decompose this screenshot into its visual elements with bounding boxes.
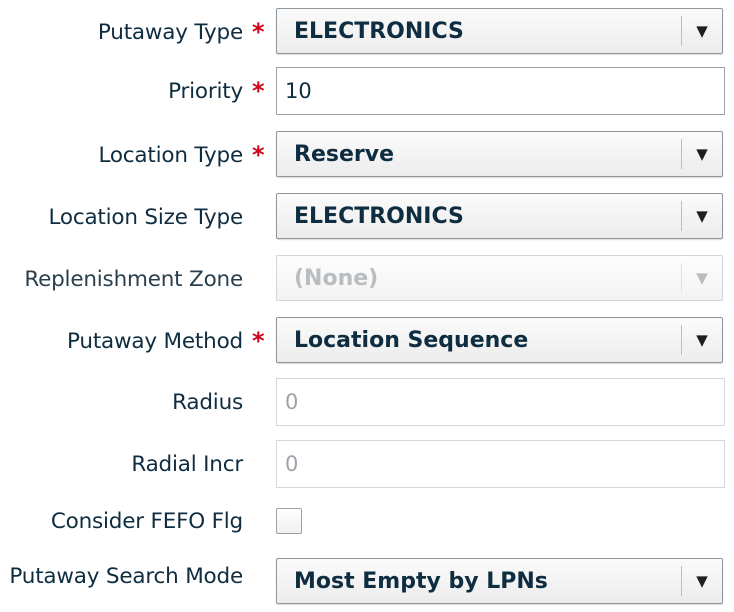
putaway-type-row: Putaway Type * ELECTRONICS ▼ xyxy=(0,8,734,56)
radial-incr-label: Radial Incr xyxy=(131,451,243,477)
putaway-method-row: Putaway Method * Location Sequence ▼ xyxy=(0,317,734,365)
chevron-down-icon[interactable]: ▼ xyxy=(681,325,722,355)
putaway-type-required-icon: * xyxy=(252,18,265,46)
chevron-down-icon[interactable]: ▼ xyxy=(681,201,722,231)
location-size-type-row: Location Size Type ELECTRONICS ▼ xyxy=(0,193,734,241)
putaway-search-mode-value: Most Empty by LPNs xyxy=(294,568,548,594)
location-type-label: Location Type xyxy=(98,142,243,168)
putaway-search-mode-select[interactable]: Most Empty by LPNs ▼ xyxy=(276,558,723,604)
priority-label: Priority xyxy=(168,78,243,104)
putaway-method-value: Location Sequence xyxy=(294,327,529,353)
chevron-down-icon[interactable]: ▼ xyxy=(681,139,722,169)
priority-row: Priority * 10 xyxy=(0,67,734,115)
location-size-type-value: ELECTRONICS xyxy=(294,203,464,229)
putaway-type-label: Putaway Type xyxy=(97,19,243,45)
location-type-select[interactable]: Reserve ▼ xyxy=(276,131,723,177)
chevron-down-icon[interactable]: ▼ xyxy=(681,566,722,596)
location-type-required-icon: * xyxy=(252,141,265,169)
radial-incr-row: Radial Incr 0 xyxy=(0,440,734,488)
radius-row: Radius 0 xyxy=(0,378,734,426)
putaway-search-mode-label: Putaway Search Mode xyxy=(9,563,243,589)
chevron-down-icon: ▼ xyxy=(681,263,722,293)
location-size-type-select[interactable]: ELECTRONICS ▼ xyxy=(276,193,723,239)
putaway-method-label: Putaway Method xyxy=(67,328,243,354)
priority-required-icon: * xyxy=(252,77,265,105)
putaway-type-value: ELECTRONICS xyxy=(294,18,464,44)
radius-input[interactable]: 0 xyxy=(276,378,725,426)
consider-fefo-label: Consider FEFO Flg xyxy=(50,508,243,534)
replenishment-zone-row: Replenishment Zone (None) ▼ xyxy=(0,255,734,303)
radial-incr-input[interactable]: 0 xyxy=(276,440,725,488)
consider-fefo-checkbox[interactable] xyxy=(276,508,302,534)
putaway-method-select[interactable]: Location Sequence ▼ xyxy=(276,317,723,363)
putaway-type-select[interactable]: ELECTRONICS ▼ xyxy=(276,8,723,54)
priority-input[interactable]: 10 xyxy=(276,67,725,115)
radius-label: Radius xyxy=(172,389,243,415)
putaway-search-mode-row: Putaway Search Mode Most Empty by LPNs ▼ xyxy=(0,553,734,604)
replenishment-zone-label: Replenishment Zone xyxy=(24,266,243,292)
replenishment-zone-value: (None) xyxy=(294,265,379,291)
location-type-value: Reserve xyxy=(294,141,394,167)
replenishment-zone-select: (None) ▼ xyxy=(276,255,723,301)
location-type-row: Location Type * Reserve ▼ xyxy=(0,131,734,179)
putaway-method-required-icon: * xyxy=(252,327,265,355)
putaway-form: Putaway Type * ELECTRONICS ▼ Priority * … xyxy=(0,0,734,612)
location-size-type-label: Location Size Type xyxy=(48,204,243,230)
chevron-down-icon[interactable]: ▼ xyxy=(681,16,722,46)
consider-fefo-row: Consider FEFO Flg xyxy=(0,497,734,545)
